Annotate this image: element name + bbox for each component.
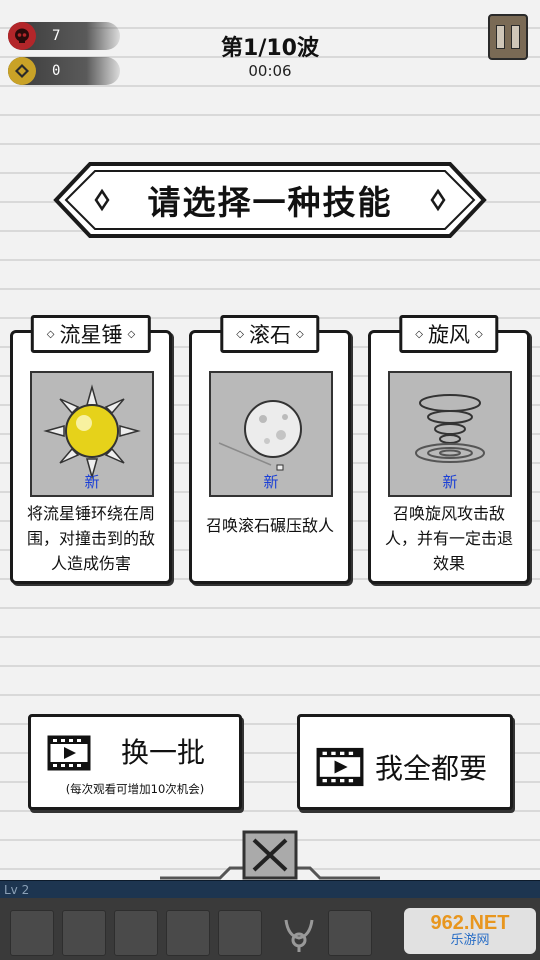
skill-slot[interactable] bbox=[62, 910, 106, 956]
skill-name: 旋风 bbox=[428, 323, 470, 347]
site-watermark: 962.NET 乐游网 bbox=[404, 908, 536, 954]
pause-icon bbox=[496, 25, 505, 49]
skill-image: 新 bbox=[209, 371, 333, 497]
level-label: Lv 2 bbox=[4, 883, 30, 897]
video-ad-icon bbox=[47, 735, 91, 771]
banner-title: 请选择一种技能 bbox=[147, 183, 393, 222]
watermark-brand: 962.NET bbox=[430, 912, 510, 934]
skill-image: 新 bbox=[388, 371, 512, 497]
horned-helmet-icon bbox=[284, 919, 314, 952]
elapsed-timer: 00:06 bbox=[248, 62, 292, 80]
skill-slot[interactable] bbox=[328, 910, 372, 956]
take-all-label: 我全都要 bbox=[375, 752, 488, 785]
skill-slot[interactable] bbox=[166, 910, 210, 956]
crossed-swords-emblem bbox=[160, 830, 380, 880]
diamond-icon: ◇ bbox=[415, 328, 423, 340]
watermark-sub: 乐游网 bbox=[450, 933, 490, 948]
pause-button[interactable] bbox=[488, 14, 528, 60]
skill-name-tab: ◇ 滚石 ◇ bbox=[220, 315, 320, 353]
refresh-skills-button[interactable]: 换一批 (每次观看可增加10次机会) bbox=[28, 714, 242, 810]
refresh-note: (每次观看可增加10次机会) bbox=[65, 782, 205, 796]
skill-name-tab: ◇ 旋风 ◇ bbox=[399, 315, 499, 353]
skill-slot[interactable] bbox=[218, 910, 262, 956]
skill-name-tab: ◇ 流星锤 ◇ bbox=[30, 315, 152, 353]
diamond-icon: ◇ bbox=[296, 328, 304, 340]
diamond-icon: ◇ bbox=[236, 328, 244, 340]
skill-name: 滚石 bbox=[249, 323, 291, 347]
new-badge: 新 bbox=[263, 473, 279, 491]
diamond-icon: ◇ bbox=[46, 328, 55, 340]
new-badge: 新 bbox=[84, 473, 100, 491]
new-badge: 新 bbox=[442, 473, 458, 491]
skill-card-rolling-stone[interactable]: ◇ 滚石 ◇ 新 召唤滚石碾压敌人 bbox=[189, 315, 351, 584]
level-progress-bar: Lv 2 bbox=[0, 880, 540, 900]
diamond-icon: ◇ bbox=[475, 328, 483, 340]
skill-card-whirlwind[interactable]: ◇ 旋风 ◇ 新 召唤旋风攻击敌人，并有一定击退效果 bbox=[368, 315, 530, 584]
skill-description: 召唤旋风攻击敌人，并有一定击退效果 bbox=[384, 504, 513, 573]
refresh-label: 换一批 bbox=[121, 736, 206, 769]
diamond-icon: ◇ bbox=[127, 328, 136, 340]
video-ad-icon bbox=[316, 747, 364, 787]
skill-name: 流星锤 bbox=[59, 323, 123, 347]
skill-description: 召唤滚石碾压敌人 bbox=[205, 516, 334, 535]
wave-counter: 第1/10波 bbox=[221, 36, 319, 61]
skill-image: 新 bbox=[30, 371, 154, 497]
skill-card-meteor-hammer[interactable]: ◇ 流星锤 ◇ 新 将流星锤环绕在周围，对撞击到的敌人造成伤害 bbox=[10, 315, 172, 584]
skill-slot[interactable] bbox=[114, 910, 158, 956]
skill-description: 将流星锤环绕在周围，对撞击到的敌人造成伤害 bbox=[26, 504, 155, 573]
skill-slot[interactable] bbox=[10, 910, 54, 956]
take-all-button[interactable]: 我全都要 bbox=[297, 714, 513, 810]
